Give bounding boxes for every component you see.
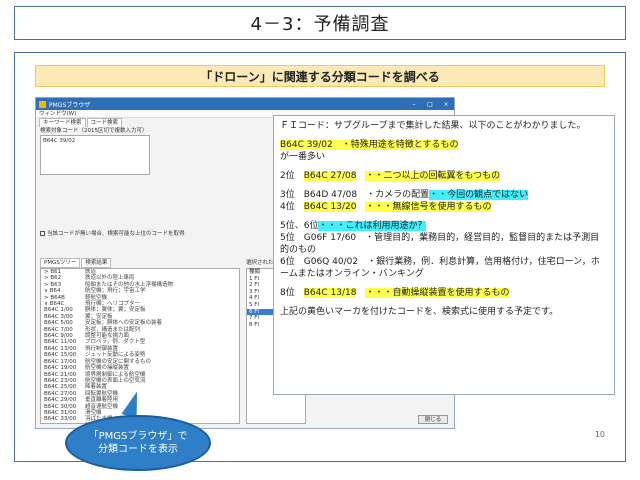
tab-code-search[interactable]: コード検索 (86, 118, 123, 127)
content-panel: 「ドローン」に関連する分類コードを調べる PMGSブラウザ – □ × ウィンド… (14, 52, 626, 471)
callout-line-2: 分類コードを表示 (98, 444, 178, 455)
note-intro: ＦＩコード：サブグループまで集計した結果、以下のことがわかりました。 (280, 121, 586, 131)
rank-3-desc: ・カメラの配置 (366, 190, 430, 200)
top-desc: ・特殊用途を特徴とするもの (341, 140, 459, 150)
app-titlebar: PMGSブラウザ – □ × (36, 98, 454, 110)
tree-row-code: B64C 35/00 (41, 423, 85, 424)
rank-56-comment: ・・・これは利用用途か？ (318, 221, 427, 231)
note-conclusion: 上記の黄色いマーカを付けたコードを、検索式に使用する予定です。 (280, 307, 559, 317)
rank-2-code: B64C 27/08 (303, 171, 357, 181)
rank-4-code: B64C 13/20 (303, 202, 357, 212)
tree-tabs: PMGSツリー 検索結果 (40, 258, 112, 268)
rank-2-row: 2位 B64C 27/08 ・・二つ以上の回転翼をもつもの (280, 171, 501, 181)
rank-6-row: 6位 G06Q 40/02 ・銀行業務，例．利息計算，信用格付け，住宅ローン，ホ… (280, 257, 600, 279)
close-button[interactable]: 閉じる (418, 415, 448, 424)
rank-8-desc: ・・・自動操縦装置を使用するもの (365, 288, 510, 298)
findings-note: ＦＩコード：サブグループまで集計した結果、以下のことがわかりました。 B64C … (273, 115, 615, 395)
tab-pmgs-tree[interactable]: PMGSツリー (40, 258, 81, 268)
top-code: B64C 39/02 (280, 140, 333, 150)
rank-5-row: 5位 G06F 17/60 ・管理目的，業務目的，経営目的，監督目的または予測目… (280, 233, 600, 255)
rank-6-code: G06Q 40/02 (303, 257, 359, 267)
rank-4-desc: ・・・無線信号を使用するもの (365, 202, 492, 212)
close-icon[interactable]: × (438, 101, 454, 108)
callout-line-1: 「PMGSブラウザ」で (88, 431, 188, 442)
page-number: 10 (594, 430, 605, 439)
app-icon (39, 100, 46, 108)
rank-4-row: 4位 B64C 13/20 ・・・無線信号を使用するもの (280, 202, 492, 212)
minimize-icon[interactable]: – (406, 101, 422, 108)
app-title: PMGSブラウザ (49, 101, 91, 109)
note-top-row: B64C 39/02 ・特殊用途を特徴とするもの (280, 139, 608, 151)
rank-5-code: G06F 17/60 (303, 233, 357, 243)
checkbox-box[interactable] (40, 230, 45, 236)
tab-keyword-search[interactable]: キーワード検索 (39, 118, 86, 127)
rank-8-code: B64C 13/18 (303, 288, 357, 298)
rank-56-header: 5位、6位・・・これは利用用途か？ (280, 221, 427, 231)
section-banner: 「ドローン」に関連する分類コードを調べる (35, 65, 605, 87)
rank-8-row: 8位 B64C 13/18 ・・・自動操縦装置を使用するもの (280, 288, 510, 298)
maximize-icon[interactable]: □ (422, 101, 438, 108)
note-top-tail: が一番多い (280, 152, 326, 162)
tab-search-results[interactable]: 検索結果 (81, 258, 112, 268)
slide-title: 4－3：予備調査 (14, 6, 626, 40)
slide-title-text: 4－3：予備調査 (250, 14, 390, 35)
rank-3-code: B64D 47/08 (303, 190, 358, 200)
rank-3-row: 3位 B64D 47/08 ・カメラの配置・・今回の観点ではない (280, 190, 529, 200)
code-input[interactable]: B64C 39/02 (40, 135, 150, 175)
window-controls: – □ × (406, 101, 454, 108)
callout-bubble: 「PMGSブラウザ」で 分類コードを表示 (65, 415, 211, 471)
rank-2-desc: ・・二つ以上の回転翼をもつもの (365, 171, 501, 181)
checkbox-label: 当該コードが無い場合、検索可能な上位のコードを取得 (47, 231, 185, 237)
rank-3-comment: ・・今回の観点ではない (429, 190, 529, 200)
